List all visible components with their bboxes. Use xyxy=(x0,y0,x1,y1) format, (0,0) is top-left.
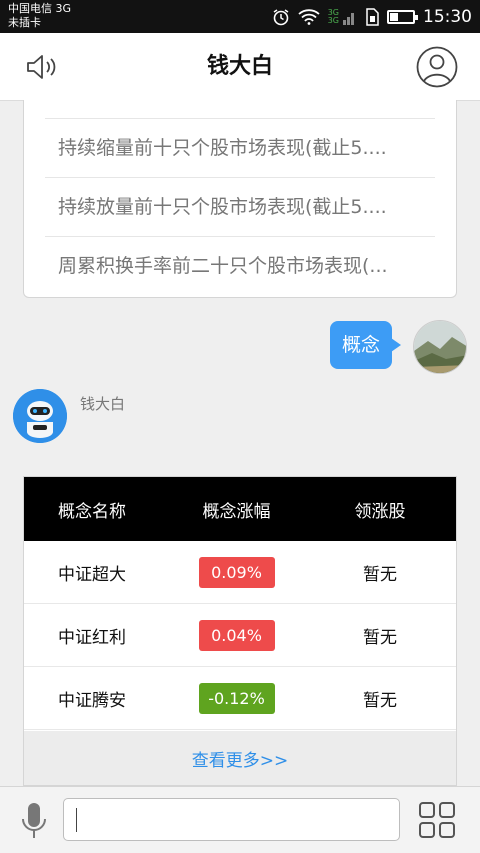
battery-icon xyxy=(387,9,418,24)
speaker-button[interactable] xyxy=(22,46,64,88)
page-title: 钱大白 xyxy=(206,54,273,79)
concept-table: 概念名称 概念涨幅 领涨股 中证超大 0.09% 暂无 中证红利 0.04% 暂… xyxy=(23,476,457,786)
related-item[interactable]: 持续缩量前十只个股市场表现(截止5.... xyxy=(45,118,435,176)
change-badge: 0.09% xyxy=(198,556,275,588)
bot-name: 钱大白 xyxy=(80,395,126,413)
menu-grid-button[interactable] xyxy=(418,801,456,839)
table-row[interactable]: 中证超大 0.09% 暂无 xyxy=(24,541,456,604)
robot-icon xyxy=(13,389,67,443)
change-badge: 0.04% xyxy=(198,619,275,651)
speaker-icon xyxy=(27,55,56,79)
input-bar xyxy=(0,786,480,853)
header-leading-stock: 领涨股 xyxy=(354,501,406,522)
table-header: 概念名称 概念涨幅 领涨股 xyxy=(24,477,456,541)
network-type: 3G 3G xyxy=(327,7,339,25)
concept-name: 中证超大 xyxy=(58,564,126,585)
change-badge: -0.12% xyxy=(198,682,275,714)
status-bar: 中国电信 3G 未插卡 3G 3G 15:30 xyxy=(0,0,480,33)
wifi-icon xyxy=(298,8,320,25)
user-message-bubble: 概念 xyxy=(330,321,402,369)
message-input[interactable] xyxy=(63,798,400,841)
battery-level xyxy=(390,12,399,21)
user-avatar[interactable] xyxy=(413,320,467,374)
grid-icon xyxy=(419,802,455,838)
status-icons: 3G 3G 15:30 xyxy=(272,0,472,33)
user-icon xyxy=(416,46,458,88)
concept-name: 中证腾安 xyxy=(58,690,126,711)
alarm-icon xyxy=(272,8,290,26)
carrier-name: 中国电信 3G xyxy=(8,2,72,15)
microphone-icon xyxy=(22,803,46,838)
related-item[interactable]: 持续放量前十只个股市场表现(截止5.... xyxy=(45,177,435,235)
table-row[interactable]: 中证腾安 -0.12% 暂无 xyxy=(24,667,456,730)
sim-icon xyxy=(365,7,379,26)
profile-button[interactable] xyxy=(416,46,458,88)
sim-status: 未插卡 xyxy=(8,16,41,29)
header-concept-change: 概念涨幅 xyxy=(202,501,271,522)
status-time: 15:30 xyxy=(423,6,472,27)
related-item[interactable]: 周累积换手率前二十只个股市场表现(... xyxy=(45,236,435,294)
bot-avatar xyxy=(13,389,67,443)
carrier-info: 中国电信 3G 未插卡 xyxy=(8,2,71,30)
table-row[interactable]: 中证红利 0.04% 暂无 xyxy=(24,604,456,667)
view-more-link[interactable]: 查看更多>> xyxy=(24,731,456,785)
header-concept-name: 概念名称 xyxy=(58,501,126,522)
leading-stock: 暂无 xyxy=(363,564,397,585)
text-caret xyxy=(76,808,77,832)
related-questions-card: 持续缩量前十只个股市场表现(截止5.... 持续放量前十只个股市场表现(截止5.… xyxy=(23,100,457,298)
leading-stock: 暂无 xyxy=(363,627,397,648)
leading-stock: 暂无 xyxy=(363,690,397,711)
signal-icon xyxy=(343,9,357,25)
concept-name: 中证红利 xyxy=(58,627,126,648)
landscape-photo xyxy=(414,321,466,373)
app-header: 钱大白 xyxy=(0,33,480,101)
voice-input-button[interactable] xyxy=(20,801,48,841)
